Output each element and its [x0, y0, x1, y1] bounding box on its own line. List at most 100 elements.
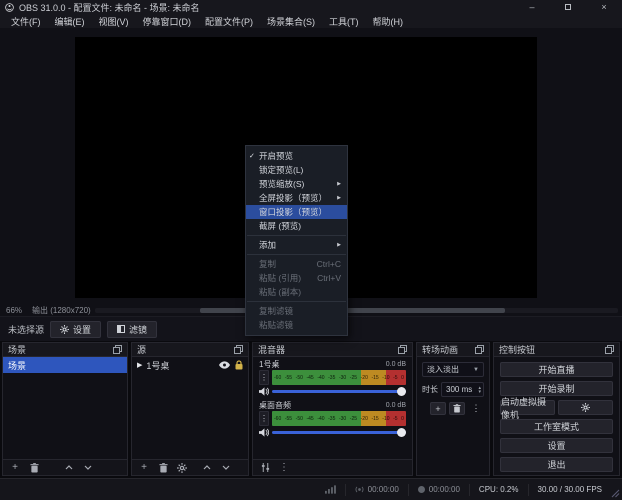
volume-slider-handle[interactable]	[397, 387, 406, 396]
source-properties-gear-button[interactable]	[176, 462, 188, 474]
mixer-panel-title: 混音器	[258, 343, 285, 356]
mixer-panel-header: 混音器	[253, 343, 412, 357]
network-status	[316, 484, 345, 496]
studio-mode-button[interactable]: 工作室模式	[500, 419, 613, 434]
menu-item-paste-filters: 粘贴滤镜	[246, 318, 347, 332]
fps-indicator: 30.00 / 30.00 FPS	[528, 484, 612, 496]
audio-settings-sliders-icon[interactable]	[259, 462, 271, 474]
stream-time: 00:00:00	[368, 485, 399, 494]
source-item[interactable]: ▶ 1号桌	[132, 357, 248, 373]
lock-icon[interactable]	[235, 360, 243, 370]
window-title: OBS 31.0.0 - 配置文件: 未命名 - 场景: 未命名	[19, 1, 200, 14]
start-virtual-camera-button[interactable]: 启动虚拟摄像机	[500, 400, 555, 415]
menu-item-preview-scaling[interactable]: 预览缩放(S) ▶	[246, 177, 347, 191]
scenes-panel: 场景 场景 +	[2, 342, 128, 476]
scenes-toolbar: +	[3, 459, 127, 475]
speaker-icon[interactable]	[259, 428, 269, 437]
settings-button[interactable]: 设置	[500, 438, 613, 453]
shortcut-label: Ctrl+V	[317, 273, 341, 283]
record-status-icon	[418, 486, 425, 493]
duration-label: 时长	[422, 384, 438, 395]
obs-logo-icon	[5, 3, 14, 12]
popout-icon[interactable]	[234, 345, 243, 354]
menu-scene-collection[interactable]: 场景集合(S)	[260, 15, 322, 28]
popout-icon[interactable]	[398, 345, 407, 354]
volume-slider[interactable]	[272, 431, 406, 434]
preview-context-menu: ✓ 开启预览 锁定预览(L) 预览缩放(S) ▶ 全屏投影（预览） ▶ 窗口投影…	[245, 145, 348, 336]
source-properties-button[interactable]: 设置	[50, 321, 101, 338]
scene-item[interactable]: 场景	[3, 357, 127, 373]
duration-spinbox[interactable]: 300 ms ▴ ▾	[441, 382, 484, 397]
menu-item-fullscreen-projector[interactable]: 全屏投影（预览） ▶	[246, 191, 347, 205]
menu-item-copy: 复制 Ctrl+C	[246, 257, 347, 271]
remove-scene-button[interactable]	[28, 462, 40, 474]
menu-profile[interactable]: 配置文件(P)	[198, 15, 260, 28]
menu-item-lock-preview[interactable]: 锁定预览(L)	[246, 163, 347, 177]
submenu-arrow-icon: ▶	[337, 181, 341, 187]
channel-level-db: 0.0 dB	[386, 402, 406, 409]
add-transition-button[interactable]: +	[430, 402, 446, 415]
duration-value: 300 ms	[446, 385, 472, 394]
exit-button[interactable]: 退出	[500, 457, 613, 472]
mixer-toolbar: ⋮	[253, 459, 412, 475]
source-filters-label: 滤镜	[129, 323, 147, 336]
menu-help[interactable]: 帮助(H)	[366, 15, 411, 28]
cpu-usage: CPU: 0.2%	[469, 484, 528, 496]
transitions-panel-title: 转场动画	[422, 343, 458, 356]
channel-level-db: 0.0 dB	[386, 361, 406, 368]
display-source-icon: ▶	[137, 361, 142, 369]
speaker-icon[interactable]	[259, 387, 269, 396]
source-filters-button[interactable]: 滤镜	[107, 321, 157, 338]
maximize-button[interactable]	[563, 2, 573, 12]
source-up-button[interactable]	[201, 462, 213, 474]
add-source-button[interactable]: +	[138, 462, 150, 474]
virtual-camera-config-button[interactable]	[558, 400, 613, 415]
menu-file[interactable]: 文件(F)	[4, 15, 48, 28]
menu-separator	[247, 235, 346, 236]
resize-grip[interactable]	[611, 489, 620, 498]
signal-bars-icon	[325, 485, 336, 494]
remove-transition-button[interactable]	[449, 402, 465, 415]
sources-panel-title: 源	[137, 343, 146, 356]
controls-panel-header: 控制按钮	[494, 343, 619, 357]
scene-down-button[interactable]	[82, 462, 94, 474]
channel-name: 桌面音频	[259, 400, 291, 411]
remove-source-button[interactable]	[157, 462, 169, 474]
menu-item-add[interactable]: 添加 ▶	[246, 238, 347, 252]
start-streaming-button[interactable]: 开始直播	[500, 362, 613, 377]
popout-icon[interactable]	[605, 345, 614, 354]
visibility-eye-icon[interactable]	[219, 361, 230, 369]
status-bar: 00:00:00 00:00:00 CPU: 0.2% 30.00 / 30.0…	[0, 478, 622, 500]
mixer-channel: 1号桌 0.0 dB ⋮ -60-55-50-45-40-35-30-25-20…	[259, 359, 406, 397]
transition-selected-value: 淡入淡出	[427, 364, 459, 375]
close-button[interactable]: ×	[599, 2, 609, 12]
channel-options-button[interactable]: ⋮	[259, 370, 269, 385]
popout-icon[interactable]	[475, 345, 484, 354]
transition-select[interactable]: 淡入淡出 ▼	[422, 362, 484, 377]
mixer-options-kebab-button[interactable]: ⋮	[278, 462, 290, 474]
menu-item-screenshot-preview[interactable]: 截屏 (预览)	[246, 219, 347, 233]
spin-down-icon[interactable]: ▾	[478, 390, 481, 394]
add-scene-button[interactable]: +	[9, 462, 21, 474]
menu-tools[interactable]: 工具(T)	[322, 15, 366, 28]
channel-options-button[interactable]: ⋮	[259, 411, 269, 426]
transition-options-kebab-button[interactable]: ⋮	[468, 402, 484, 415]
menu-view[interactable]: 视图(V)	[92, 15, 136, 28]
menu-item-enable-preview[interactable]: ✓ 开启预览	[246, 149, 347, 163]
volume-slider[interactable]	[272, 390, 406, 393]
volume-meter: -60-55-50-45-40-35-30-25-20-15-10-50	[272, 411, 406, 426]
popout-icon[interactable]	[113, 345, 122, 354]
transitions-panel-header: 转场动画	[417, 343, 489, 357]
submenu-arrow-icon: ▶	[337, 242, 341, 248]
no-source-selected-label: 未选择源	[8, 323, 44, 336]
gear-icon	[60, 325, 69, 334]
volume-slider-handle[interactable]	[397, 428, 406, 437]
source-down-button[interactable]	[220, 462, 232, 474]
channel-name: 1号桌	[259, 359, 279, 370]
menu-edit[interactable]: 编辑(E)	[48, 15, 92, 28]
menu-item-windowed-projector[interactable]: 窗口投影（预览）	[246, 205, 347, 219]
minimize-button[interactable]: –	[527, 2, 537, 12]
scene-up-button[interactable]	[63, 462, 75, 474]
chevron-down-icon: ▼	[473, 367, 479, 373]
menu-docks[interactable]: 停靠窗口(D)	[136, 15, 199, 28]
